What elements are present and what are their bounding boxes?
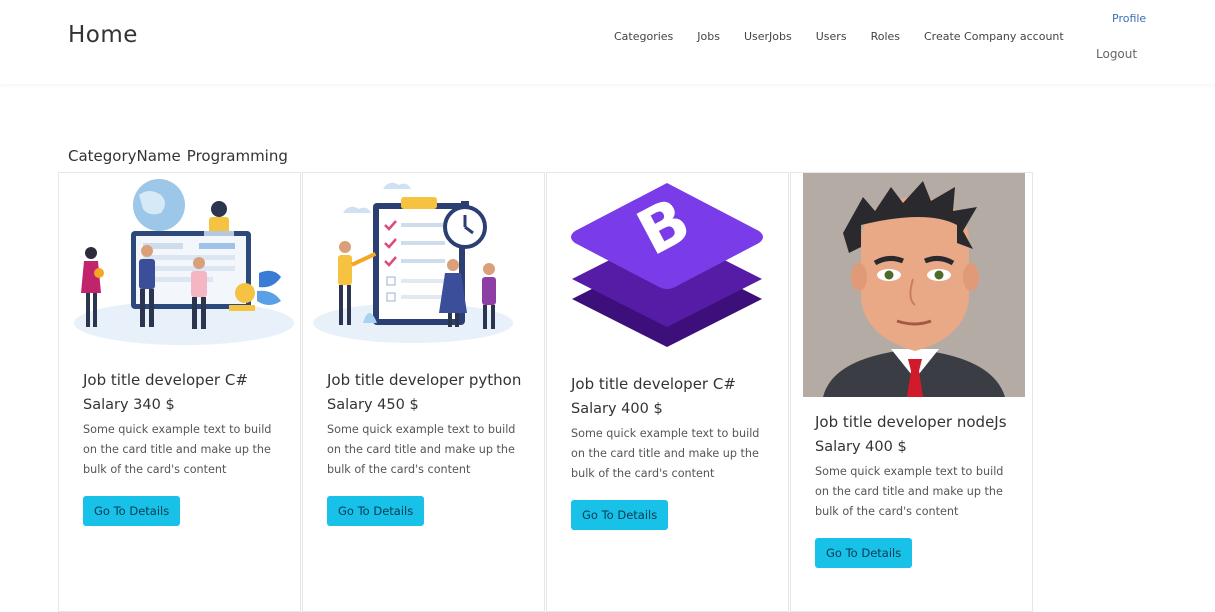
job-title: Job title developer nodeJs xyxy=(815,413,1007,431)
job-salary: Salary 400 $ xyxy=(571,401,663,417)
nav-link-jobs[interactable]: Jobs xyxy=(697,30,720,43)
go-to-details-button[interactable]: Go To Details xyxy=(815,538,913,568)
job-description: Some quick example text to build on the … xyxy=(815,465,1004,518)
go-to-details-button[interactable]: Go To Details xyxy=(571,500,669,530)
team-workspace-illustration xyxy=(59,173,300,353)
checklist-illustration xyxy=(303,173,544,353)
bootstrap-logo: B xyxy=(547,173,788,359)
man-avatar xyxy=(803,173,1025,397)
nav-link-roles[interactable]: Roles xyxy=(871,30,900,43)
job-salary: Salary 340 $ xyxy=(83,397,175,413)
brand-home-link[interactable]: Home xyxy=(68,22,138,48)
job-salary: Salary 450 $ xyxy=(327,397,419,413)
category-name: Programming xyxy=(186,147,288,165)
job-title: Job title developer python xyxy=(327,371,522,389)
logout-link[interactable]: Logout xyxy=(1096,47,1137,61)
job-description: Some quick example text to build on the … xyxy=(83,423,272,476)
job-title: Job title developer C# xyxy=(571,375,736,393)
job-card: B Job title developer C# Salary 400 $ So… xyxy=(546,172,789,612)
go-to-details-button[interactable]: Go To Details xyxy=(327,496,425,526)
nav-link-userjobs[interactable]: UserJobs xyxy=(744,30,792,43)
category-heading: CategoryName Programming xyxy=(68,147,288,165)
job-description: Some quick example text to build on the … xyxy=(571,427,760,480)
job-title: Job title developer C# xyxy=(83,371,248,389)
card-body: Job title developer C# Salary 340 $ Some… xyxy=(83,371,286,526)
card-body: Job title developer nodeJs Salary 400 $ … xyxy=(815,413,1018,568)
category-label: CategoryName xyxy=(68,147,181,165)
nav-link-users[interactable]: Users xyxy=(816,30,847,43)
profile-link[interactable]: Profile xyxy=(1112,12,1146,25)
job-card: Job title developer python Salary 450 $ … xyxy=(302,172,545,612)
nav-links: Categories Jobs UserJobs Users Roles Cre… xyxy=(614,30,1064,43)
navbar: Home Categories Jobs UserJobs Users Role… xyxy=(0,0,1215,84)
card-body: Job title developer python Salary 450 $ … xyxy=(327,371,530,526)
nav-link-categories[interactable]: Categories xyxy=(614,30,673,43)
nav-link-create-company-account[interactable]: Create Company account xyxy=(924,30,1064,43)
card-body: Job title developer C# Salary 400 $ Some… xyxy=(571,375,774,530)
job-card: Job title developer nodeJs Salary 400 $ … xyxy=(790,172,1033,612)
job-salary: Salary 400 $ xyxy=(815,439,907,455)
job-card: Job title developer C# Salary 340 $ Some… xyxy=(58,172,301,612)
go-to-details-button[interactable]: Go To Details xyxy=(83,496,181,526)
job-description: Some quick example text to build on the … xyxy=(327,423,516,476)
